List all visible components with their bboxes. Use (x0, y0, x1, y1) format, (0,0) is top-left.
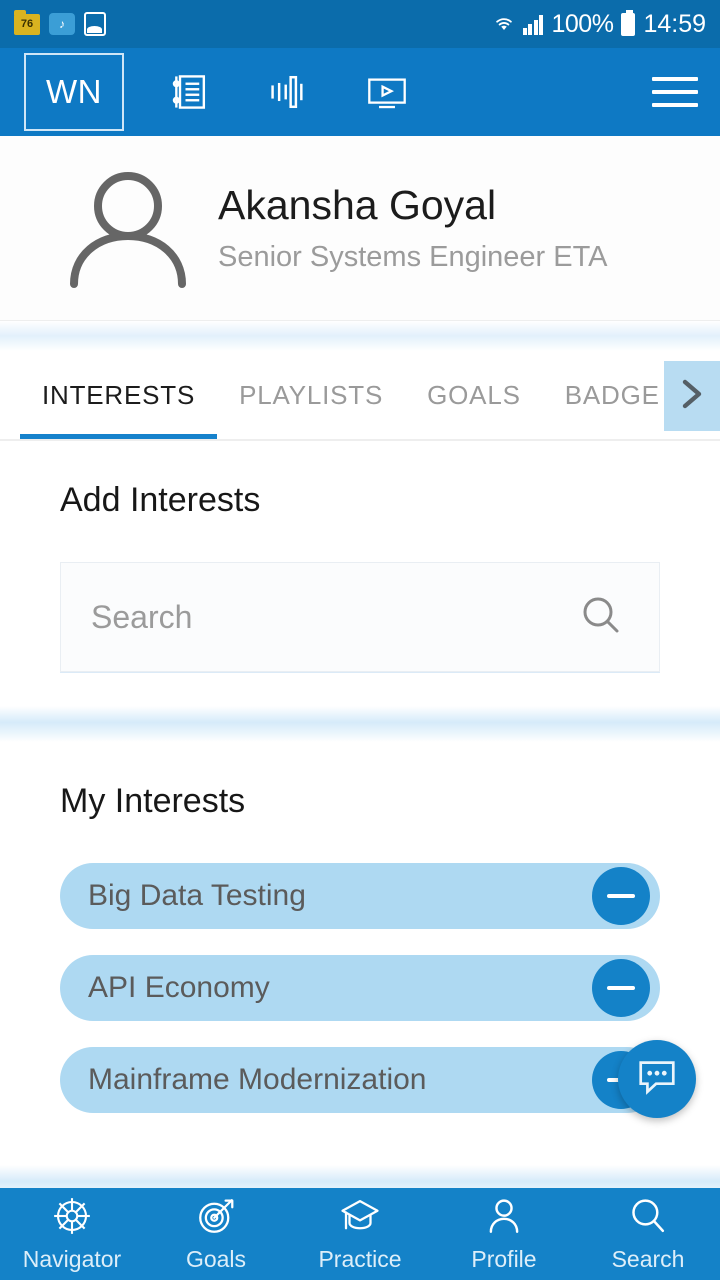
tab-goals-label: GOALS (427, 379, 521, 410)
interest-chip[interactable]: Mainframe Modernization (60, 1047, 660, 1113)
tab-playlists-label: PLAYLISTS (239, 379, 384, 410)
nav-item-profile-label: Profile (471, 1246, 537, 1272)
wifi-icon (493, 13, 515, 35)
search-icon (627, 1195, 669, 1242)
interest-chip-label: API Economy (88, 971, 270, 1004)
battery-percent: 100% (551, 9, 614, 38)
target-arrow-icon (195, 1195, 237, 1242)
ship-wheel-icon (51, 1195, 93, 1242)
nav-item-goals-label: Goals (185, 1246, 247, 1272)
interest-chip-label: Mainframe Modernization (88, 1063, 427, 1096)
app-screen: 76 ♪ 100% 14:59 WN Akansha Goyal Senior … (0, 0, 720, 1280)
clock-time: 14:59 (643, 9, 706, 38)
tab-playlists[interactable]: PLAYLISTS (217, 351, 405, 439)
status-bar-notifications: 76 ♪ (14, 9, 106, 36)
chat-bubble-icon (634, 1054, 680, 1105)
search-input[interactable] (91, 598, 577, 636)
folder-badge-icon: 76 (14, 9, 40, 35)
search-icon[interactable] (577, 591, 625, 644)
tab-badges-label: BADGE (564, 379, 660, 410)
menu-icon[interactable] (652, 75, 698, 109)
minus-icon (607, 894, 635, 898)
my-interests-title: My Interests (60, 782, 246, 820)
interest-chip[interactable]: API Economy (60, 955, 660, 1021)
app-logo[interactable]: WN (24, 53, 124, 131)
tab-scroll-right-button[interactable] (664, 361, 720, 431)
nav-item-search[interactable]: Search (576, 1195, 720, 1273)
add-interests-card: Add Interests (0, 441, 720, 706)
chat-fab-button[interactable] (618, 1040, 696, 1118)
cloud-file-icon: ♪ (49, 13, 75, 35)
tab-bar: INTERESTS PLAYLISTS GOALS BADGE (0, 351, 720, 441)
tab-list: INTERESTS PLAYLISTS GOALS BADGE (0, 351, 720, 439)
nav-item-search-label: Search (611, 1246, 685, 1272)
cellular-signal-icon (522, 14, 544, 35)
nav-item-navigator[interactable]: Navigator (0, 1195, 144, 1273)
person-avatar-icon (62, 168, 194, 288)
nav-item-practice[interactable]: Practice (288, 1195, 432, 1273)
interest-chip-label: Big Data Testing (88, 879, 306, 912)
profile-header: Akansha Goyal Senior Systems Engineer ET… (0, 136, 720, 321)
nav-item-profile[interactable]: Profile (432, 1195, 576, 1273)
battery-full-icon (621, 9, 636, 36)
section-divider-top (0, 321, 720, 351)
articles-icon[interactable] (168, 69, 214, 115)
gallery-icon (84, 12, 106, 36)
tab-underline (0, 439, 720, 441)
tab-interests[interactable]: INTERESTS (20, 351, 218, 439)
toolbar-icon-group (168, 69, 410, 115)
folder-badge-count: 76 (20, 17, 34, 30)
search-field-wrapper[interactable] (60, 562, 660, 672)
minus-icon (607, 986, 635, 990)
audio-waveform-icon[interactable] (266, 69, 312, 115)
person-icon (483, 1195, 525, 1242)
tab-badges[interactable]: BADGE (543, 351, 682, 439)
remove-interest-button[interactable] (592, 959, 650, 1017)
profile-role: Senior Systems Engineer ETA (218, 241, 608, 273)
graduation-cap-icon (339, 1195, 381, 1242)
my-interests-card: My Interests Big Data Testing API Econom… (0, 742, 720, 1165)
interest-chip[interactable]: Big Data Testing (60, 863, 660, 929)
interest-chip-list: Big Data Testing API Economy Mainframe M… (0, 821, 720, 1165)
add-interests-title: Add Interests (60, 481, 261, 519)
chevron-right-icon (675, 374, 709, 419)
status-bar: 76 ♪ 100% 14:59 (0, 0, 720, 48)
profile-texts: Akansha Goyal Senior Systems Engineer ET… (218, 182, 608, 274)
nav-item-navigator-label: Navigator (22, 1246, 122, 1272)
remove-interest-button[interactable] (592, 867, 650, 925)
bottom-navigation-bar: Navigator Goals Practice Profile Search (0, 1188, 720, 1280)
profile-name: Akansha Goyal (218, 182, 497, 228)
nav-item-goals[interactable]: Goals (144, 1195, 288, 1273)
nav-item-practice-label: Practice (318, 1246, 402, 1272)
section-divider-middle (0, 706, 720, 742)
tab-goals[interactable]: GOALS (405, 351, 543, 439)
app-logo-text: WN (46, 73, 102, 110)
video-player-icon[interactable] (364, 69, 410, 115)
status-bar-system: 100% 14:59 (493, 9, 706, 39)
app-toolbar: WN (0, 48, 720, 136)
tab-interests-label: INTERESTS (42, 379, 196, 410)
